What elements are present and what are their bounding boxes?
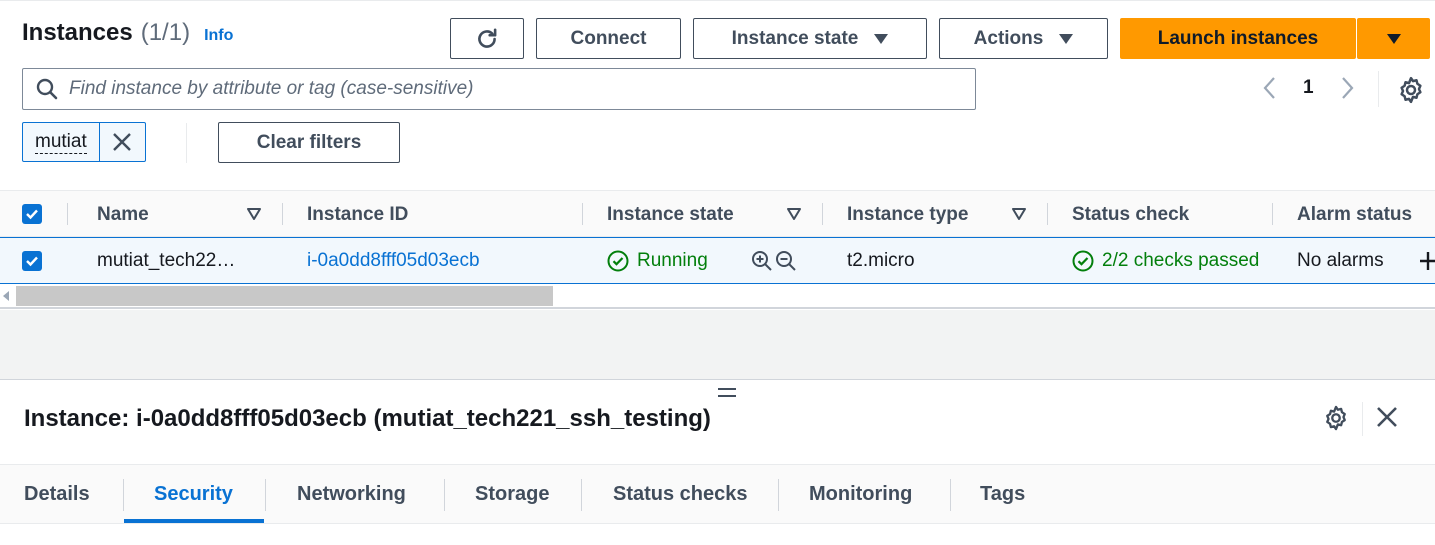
sort-down-icon[interactable] xyxy=(786,207,802,221)
refresh-icon xyxy=(478,27,497,48)
previous-page-icon[interactable] xyxy=(1255,73,1285,103)
instance-id-link[interactable]: i-0a0dd8fff05d03ecb xyxy=(307,238,480,283)
current-page[interactable]: 1 xyxy=(1303,77,1314,99)
connect-button[interactable]: Connect xyxy=(536,18,681,59)
next-page-icon[interactable] xyxy=(1332,73,1362,103)
filter-token[interactable]: mutiat xyxy=(22,122,146,162)
tab-divider xyxy=(778,479,779,511)
table-header: Name Instance ID Instance state Instance… xyxy=(0,190,1435,237)
column-header-instance-state[interactable]: Instance state xyxy=(607,191,734,238)
instance-count: (1/1) xyxy=(140,19,191,46)
column-divider xyxy=(582,203,583,225)
add-alarm-icon[interactable] xyxy=(1419,250,1435,272)
tab-security[interactable]: Security xyxy=(154,465,233,523)
page-header: Instances (1/1) Info xyxy=(22,19,233,47)
refresh-button[interactable] xyxy=(450,18,524,59)
actions-label: Actions xyxy=(973,27,1044,49)
tab-divider xyxy=(950,479,951,511)
search-box[interactable] xyxy=(22,68,976,110)
search-icon xyxy=(36,78,58,100)
status-check-text: 2/2 checks passed xyxy=(1102,249,1260,271)
instances-panel: Instances (1/1) Info Connect Instance st… xyxy=(0,0,1435,310)
column-header-instance-id[interactable]: Instance ID xyxy=(307,191,408,238)
tab-storage[interactable]: Storage xyxy=(475,465,549,523)
instance-state-text: Running xyxy=(637,249,708,271)
column-header-name[interactable]: Name xyxy=(97,191,149,238)
tab-divider xyxy=(444,479,445,511)
row-checkbox[interactable] xyxy=(22,251,42,271)
filter-token-label: mutiat xyxy=(35,130,87,154)
instance-state-label: Instance state xyxy=(731,27,859,49)
zoom-out-icon[interactable] xyxy=(775,250,797,272)
filter-divider xyxy=(186,123,187,163)
column-header-alarm-status[interactable]: Alarm status xyxy=(1297,191,1412,238)
active-tab-indicator xyxy=(124,519,264,523)
tab-divider xyxy=(581,479,582,511)
sort-down-icon[interactable] xyxy=(246,207,262,221)
detail-tabs: Details Security Networking Storage Stat… xyxy=(0,464,1435,524)
column-header-status-check[interactable]: Status check xyxy=(1072,191,1189,238)
info-link[interactable]: Info xyxy=(204,27,233,45)
scroll-left-icon[interactable] xyxy=(3,291,9,301)
tab-divider xyxy=(265,479,266,511)
gear-icon[interactable] xyxy=(1396,75,1426,105)
instance-state-cell: Running xyxy=(607,238,708,283)
close-icon xyxy=(113,133,132,151)
checkmark-icon xyxy=(26,209,38,220)
instance-state-button[interactable]: Instance state xyxy=(693,18,927,59)
launch-dropdown-button[interactable] xyxy=(1357,18,1430,59)
table-row[interactable]: mutiat_tech22… i-0a0dd8fff05d03ecb Runni… xyxy=(0,237,1435,284)
tab-divider xyxy=(123,479,124,511)
pagination: 1 xyxy=(1255,73,1362,103)
column-divider xyxy=(1272,203,1273,225)
clear-filters-button[interactable]: Clear filters xyxy=(218,122,400,163)
detail-divider xyxy=(1362,402,1363,436)
caret-down-icon xyxy=(1386,33,1401,44)
remove-filter-button[interactable] xyxy=(100,123,145,161)
clear-filters-label: Clear filters xyxy=(256,131,362,153)
tab-networking[interactable]: Networking xyxy=(297,465,406,523)
horizontal-scrollbar[interactable] xyxy=(0,285,1435,309)
column-divider xyxy=(1047,203,1048,225)
checkmark-icon xyxy=(26,256,38,267)
search-input[interactable] xyxy=(69,78,949,100)
launch-instances-button[interactable]: Launch instances xyxy=(1120,18,1356,59)
tab-details[interactable]: Details xyxy=(24,465,90,523)
split-panel-gap xyxy=(0,310,1435,380)
actions-button[interactable]: Actions xyxy=(939,18,1108,59)
tab-status-checks[interactable]: Status checks xyxy=(613,465,748,523)
instance-type: t2.micro xyxy=(847,249,915,271)
gear-icon[interactable] xyxy=(1322,404,1350,432)
resize-handle-icon[interactable] xyxy=(718,388,736,400)
caret-down-icon xyxy=(874,33,889,44)
column-header-instance-type[interactable]: Instance type xyxy=(847,191,968,238)
tab-monitoring[interactable]: Monitoring xyxy=(809,465,912,523)
caret-down-icon xyxy=(1059,33,1074,44)
connect-label: Connect xyxy=(570,27,647,49)
close-icon[interactable] xyxy=(1374,404,1400,430)
status-check-cell: 2/2 checks passed xyxy=(1072,238,1272,283)
column-divider xyxy=(822,203,823,225)
alarm-status: No alarms xyxy=(1297,249,1384,271)
instance-detail-panel: Instance: i-0a0dd8fff05d03ecb (mutiat_te… xyxy=(0,380,1435,545)
instance-name: mutiat_tech22… xyxy=(97,249,236,271)
sort-down-icon[interactable] xyxy=(1011,207,1027,221)
pager-divider xyxy=(1378,71,1379,107)
zoom-in-icon[interactable] xyxy=(751,250,773,272)
column-divider xyxy=(67,203,68,225)
column-divider xyxy=(282,203,283,225)
check-circle-icon xyxy=(1072,250,1094,271)
detail-title: Instance: i-0a0dd8fff05d03ecb (mutiat_te… xyxy=(24,405,711,432)
tab-tags[interactable]: Tags xyxy=(980,465,1025,523)
scrollbar-thumb[interactable] xyxy=(16,286,553,306)
page-title: Instances xyxy=(22,19,133,46)
launch-instances-label: Launch instances xyxy=(1157,27,1319,49)
check-circle-icon xyxy=(607,250,629,271)
select-all-checkbox[interactable] xyxy=(22,204,42,224)
